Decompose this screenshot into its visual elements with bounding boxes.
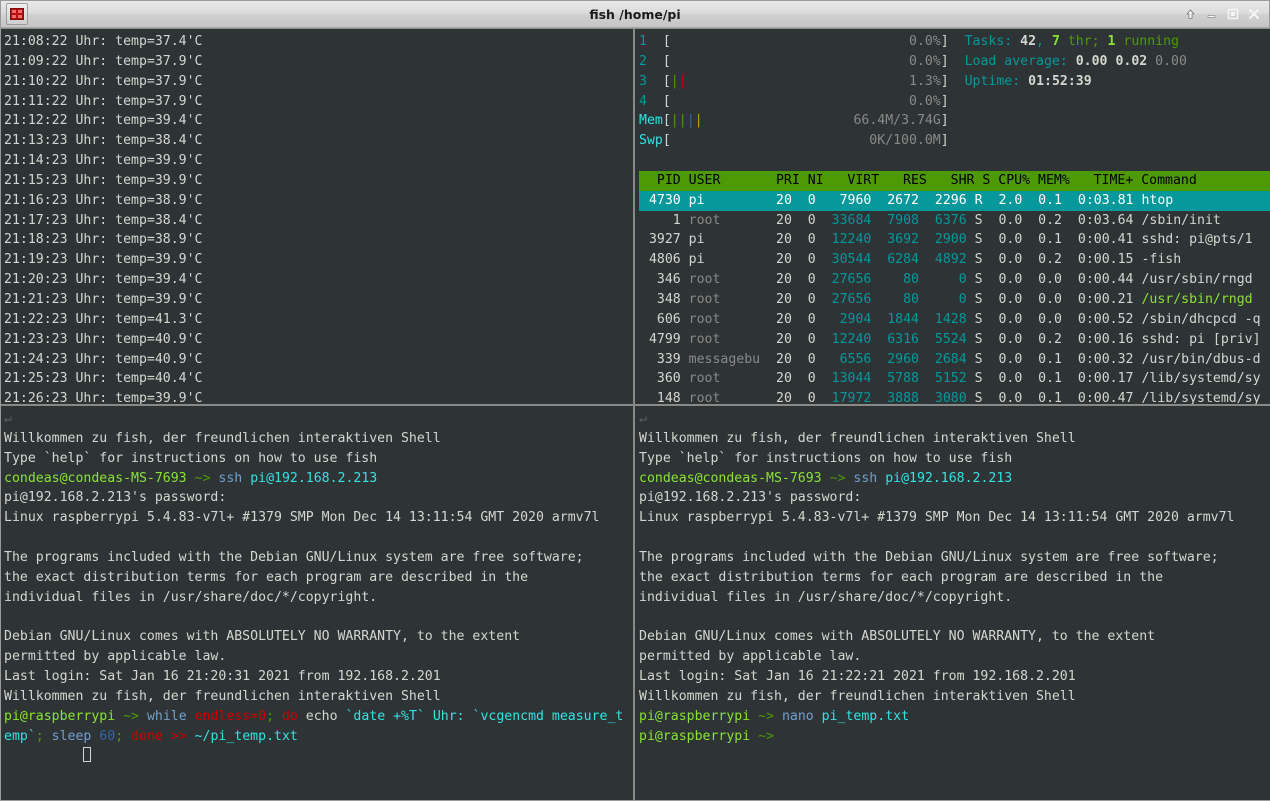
- password-prompt-line: pi@192.168.2.213's password:: [639, 490, 862, 506]
- log-line: 21:12:22 Uhr: temp=39.4'C: [4, 113, 203, 129]
- log-line: 21:24:23 Uhr: temp=40.9'C: [4, 351, 203, 367]
- fish-shell-pane-left[interactable]: ↵ Willkommen zu fish, der freundlichen in…: [1, 406, 633, 800]
- legal-line: the exact distribution terms for each pr…: [4, 569, 529, 585]
- log-line: 21:20:23 Uhr: temp=39.4'C: [4, 272, 203, 288]
- htop-process-row[interactable]: 339 messagebu 20 0 6556 2960 2684 S 0.0 …: [639, 350, 1270, 370]
- return-glyph-line: ↵: [639, 411, 647, 426]
- cursor-line: [4, 746, 633, 766]
- password-prompt-line: pi@192.168.2.213's password:: [4, 490, 227, 506]
- nano-command-line[interactable]: pi@raspberrypi ~> nano pi_temp.txt: [639, 707, 1270, 727]
- htop-meter-row: Swp[ 0K/100.0M]: [639, 133, 949, 149]
- htop-column-header: PID USER PRI NI VIRT RES SHR S CPU% MEM%…: [639, 170, 1270, 191]
- last-login-line: Last login: Sat Jan 16 21:22:21 2021 fro…: [639, 668, 1076, 684]
- log-line: 21:15:23 Uhr: temp=39.9'C: [4, 172, 203, 188]
- log-line: 21:14:23 Uhr: temp=39.9'C: [4, 153, 203, 169]
- log-line: 21:13:23 Uhr: temp=38.4'C: [4, 133, 203, 149]
- command-line[interactable]: pi@raspberrypi ~> while endless=0; do ec…: [4, 707, 633, 727]
- htop-spacer: [639, 151, 1270, 171]
- htop-meter-row: 1 [ 0.0%] Tasks: 42, 7 thr; 1 running: [639, 34, 1180, 49]
- log-line: 21:09:22 Uhr: temp=37.9'C: [4, 53, 203, 69]
- htop-process-row[interactable]: 4799 root 20 0 12240 6316 5524 S 0.0 0.2…: [639, 330, 1270, 350]
- fish-welcome-line: Willkommen zu fish, der freundlichen int…: [4, 430, 441, 446]
- htop-meter-row: 4 [ 0.0%]: [639, 93, 949, 109]
- log-line: 21:16:23 Uhr: temp=38.9'C: [4, 192, 203, 208]
- uname-line: Linux raspberrypi 5.4.83-v7l+ #1379 SMP …: [639, 510, 1235, 526]
- fish-shell-pane-right[interactable]: ↵ Willkommen zu fish, der freundlichen in…: [635, 406, 1270, 800]
- command-line-wrapped[interactable]: emp`; sleep 60; done >> ~/pi_temp.txt: [4, 727, 633, 747]
- log-line: 21:17:23 Uhr: temp=38.4'C: [4, 212, 203, 228]
- legal-line: individual files in /usr/share/doc/*/cop…: [4, 589, 378, 605]
- uname-line: Linux raspberrypi 5.4.83-v7l+ #1379 SMP …: [4, 510, 600, 526]
- htop-meter-row: 2 [ 0.0%] Load average: 0.00 0.02 0.00: [639, 53, 1187, 69]
- fish-welcome-line: Willkommen zu fish, der freundlichen int…: [639, 430, 1076, 446]
- htop-process-row[interactable]: 1 root 20 0 33684 7908 6376 S 0.0 0.2 0:…: [639, 211, 1270, 231]
- text-cursor: [83, 747, 92, 763]
- close-button[interactable]: [1244, 5, 1263, 24]
- terminal-icon: [6, 3, 28, 25]
- legal-line: The programs included with the Debian GN…: [639, 549, 1219, 565]
- log-line: 21:23:23 Uhr: temp=40.9'C: [4, 331, 203, 347]
- htop-pane[interactable]: 1 [ 0.0%] Tasks: 42, 7 thr; 1 running 2 […: [635, 29, 1270, 404]
- fish-help-hint-line: Type `help` for instructions on how to u…: [4, 450, 378, 466]
- log-line: 21:18:23 Uhr: temp=38.9'C: [4, 232, 203, 248]
- ssh-prompt-line: condeas@condeas-MS-7693 ~> ssh pi@192.16…: [4, 470, 378, 486]
- warranty-line: permitted by applicable law.: [4, 649, 227, 665]
- warranty-line: Debian GNU/Linux comes with ABSOLUTELY N…: [639, 629, 1156, 645]
- legal-line: the exact distribution terms for each pr…: [639, 569, 1164, 585]
- log-line: 21:25:23 Uhr: temp=40.4'C: [4, 371, 203, 387]
- temperature-log-pane[interactable]: 21:08:22 Uhr: temp=37.4'C 21:09:22 Uhr: t…: [1, 29, 633, 404]
- maximize-button[interactable]: [1223, 5, 1242, 24]
- htop-process-row[interactable]: 346 root 20 0 27656 80 0 S 0.0 0.0 0:00.…: [639, 270, 1270, 290]
- return-glyph-line: ↵: [4, 411, 12, 426]
- htop-process-row[interactable]: 360 root 20 0 13044 5788 5152 S 0.0 0.1 …: [639, 369, 1270, 389]
- htop-process-row[interactable]: 3927 pi 20 0 12240 3692 2900 S 0.0 0.1 0…: [639, 230, 1270, 250]
- log-line: 21:19:23 Uhr: temp=39.9'C: [4, 252, 203, 268]
- log-line: 21:22:23 Uhr: temp=41.3'C: [4, 311, 203, 327]
- terminal-window: fish /home/pi 21:08:22 Uhr: temp=37.4'C 2…: [0, 0, 1270, 801]
- log-line: 21:10:22 Uhr: temp=37.9'C: [4, 73, 203, 89]
- title-bar[interactable]: fish /home/pi: [1, 1, 1269, 28]
- log-line: 21:11:22 Uhr: temp=37.9'C: [4, 93, 203, 109]
- minimize-button[interactable]: [1202, 5, 1221, 24]
- htop-meter-row: 3 [|| 1.3%] Uptime: 01:52:39: [639, 73, 1092, 89]
- htop-process-row[interactable]: 148 root 20 0 17972 3888 3080 S 0.0 0.1 …: [639, 389, 1270, 404]
- htop-process-row[interactable]: 606 root 20 0 2904 1844 1428 S 0.0 0.0 0…: [639, 310, 1270, 330]
- warranty-line: Debian GNU/Linux comes with ABSOLUTELY N…: [4, 629, 521, 645]
- shade-button[interactable]: [1181, 5, 1200, 24]
- legal-line: The programs included with the Debian GN…: [4, 549, 584, 565]
- last-login-line: Last login: Sat Jan 16 21:20:31 2021 fro…: [4, 668, 441, 684]
- warranty-line: permitted by applicable law.: [639, 649, 862, 665]
- window-controls: [1181, 5, 1263, 24]
- fish-welcome-line: Willkommen zu fish, der freundlichen int…: [639, 688, 1076, 704]
- legal-line: individual files in /usr/share/doc/*/cop…: [639, 589, 1013, 605]
- htop-meter-row: Mem[|||| 66.4M/3.74G]: [639, 113, 949, 129]
- fish-prompt-line[interactable]: pi@raspberrypi ~>: [639, 727, 1270, 747]
- ssh-prompt-line: condeas@condeas-MS-7693 ~> ssh pi@192.16…: [639, 470, 1013, 486]
- fish-help-hint-line: Type `help` for instructions on how to u…: [639, 450, 1013, 466]
- terminal-panes: 21:08:22 Uhr: temp=37.4'C 21:09:22 Uhr: t…: [1, 28, 1270, 800]
- window-title: fish /home/pi: [589, 6, 681, 22]
- log-line: 21:26:23 Uhr: temp=39.9'C: [4, 391, 203, 404]
- htop-process-row[interactable]: 4730 pi 20 0 7960 2672 2296 R 2.0 0.1 0:…: [639, 190, 1270, 211]
- htop-process-row[interactable]: 348 root 20 0 27656 80 0 S 0.0 0.0 0:00.…: [639, 290, 1270, 310]
- htop-process-row[interactable]: 4806 pi 20 0 30544 6284 4892 S 0.0 0.2 0…: [639, 250, 1270, 270]
- log-line: 21:08:22 Uhr: temp=37.4'C: [4, 34, 203, 49]
- fish-welcome-line: Willkommen zu fish, der freundlichen int…: [4, 688, 441, 704]
- log-line: 21:21:23 Uhr: temp=39.9'C: [4, 291, 203, 307]
